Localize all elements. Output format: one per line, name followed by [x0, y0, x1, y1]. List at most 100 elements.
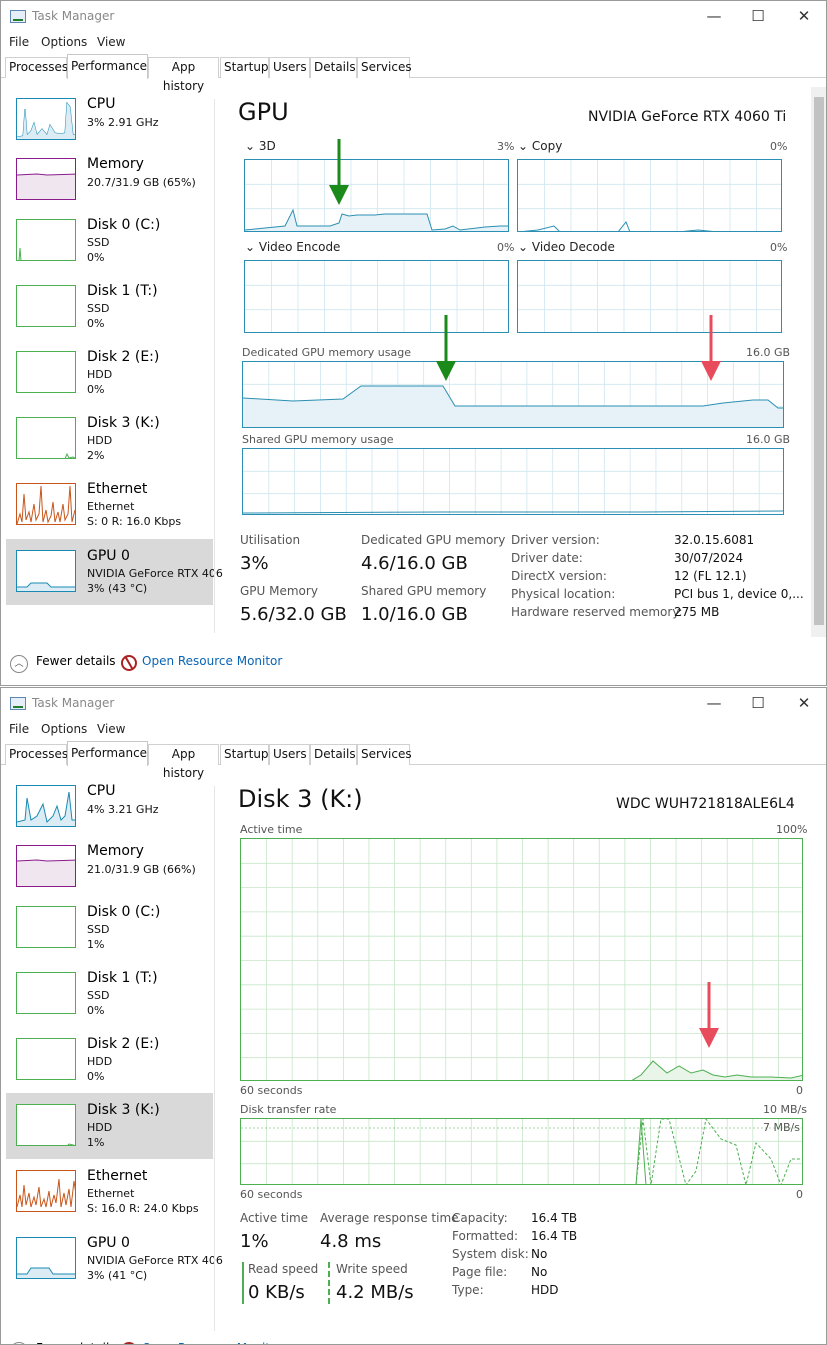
sidebar-item-label: Memory [87, 843, 144, 859]
sidebar-item-value: S: 16.0 R: 24.0 Kbps [87, 1202, 199, 1215]
menu-file[interactable]: File [9, 722, 29, 736]
sidebar-item-label: Disk 1 (T:) [87, 283, 158, 299]
gpu0-thumbnail [16, 1237, 76, 1279]
sidebar-item-value: 0% [87, 251, 105, 264]
page-file-label: Page file: [452, 1265, 508, 1279]
tab-users[interactable]: Users [269, 57, 310, 78]
sidebar-item-value: 1% [87, 938, 105, 951]
open-resource-monitor-link[interactable]: Open Resource Monitor [142, 654, 282, 668]
sidebar-item-gpu0[interactable]: GPU 0 NVIDIA GeForce RTX 406 3% (43 °C) [6, 539, 223, 605]
minimize-button[interactable]: — [691, 692, 737, 716]
sidebar-item-value: 2% [87, 449, 105, 462]
close-button[interactable]: ✕ [781, 5, 826, 29]
sidebar-item-value: 3% 2.91 GHz [87, 116, 159, 129]
sidebar-item-disk1[interactable]: Disk 1 (T:) SSD 0% [6, 274, 213, 338]
sidebar-item-type: Ethernet [87, 500, 135, 513]
sidebar-item-ethernet[interactable]: Ethernet Ethernet S: 16.0 R: 24.0 Kbps [6, 1159, 213, 1223]
chevron-down-icon: ⌄ [245, 240, 259, 254]
engine-decode-label[interactable]: ⌄ Video Decode [518, 240, 615, 254]
fewer-details-button[interactable]: Fewer details [36, 654, 116, 668]
sidebar-item-disk0[interactable]: Disk 0 (C:) SSD 0% [6, 208, 213, 272]
maximize-button[interactable]: ☐ [735, 5, 781, 29]
minimize-button[interactable]: — [691, 5, 737, 29]
sidebar-item-cpu[interactable]: CPU 3% 2.91 GHz [6, 87, 213, 151]
disk2-thumbnail [16, 1038, 76, 1080]
cpu-thumbnail [16, 785, 76, 827]
engine-copy-label[interactable]: ⌄ Copy [518, 139, 562, 153]
sidebar-item-label: Disk 2 (E:) [87, 349, 160, 365]
tab-processes[interactable]: Processes [5, 744, 68, 765]
tab-performance[interactable]: Performance [67, 54, 148, 79]
open-resource-monitor-link[interactable]: Open Resource Monitor [142, 1341, 282, 1344]
title-bar[interactable]: Task Manager — ☐ ✕ [1, 688, 826, 719]
maximize-button[interactable]: ☐ [735, 692, 781, 716]
sidebar-item-memory[interactable]: Memory 21.0/31.9 GB (66%) [6, 834, 213, 898]
menu-view[interactable]: View [97, 722, 125, 736]
directx-version-value: 12 (FL 12.1) [674, 569, 747, 583]
active-time-label: Active time [240, 823, 303, 836]
shared-gpu-memory-value: 1.0/16.0 GB [361, 604, 468, 625]
task-manager-window-disk: Task Manager — ☐ ✕ File Options View Pro… [0, 687, 827, 1345]
engine-encode-graph [244, 260, 509, 333]
tab-startup[interactable]: Startup [220, 744, 269, 765]
avg-response-value: 4.8 ms [320, 1231, 382, 1252]
tab-services[interactable]: Services [357, 744, 412, 765]
physical-location-value: PCI bus 1, device 0,... [674, 587, 804, 601]
engine-3d-label[interactable]: ⌄ 3D [245, 139, 276, 153]
dedicated-gpu-memory-value: 4.6/16.0 GB [361, 553, 468, 574]
transfer-rate-label: Disk transfer rate [240, 1103, 337, 1116]
footer: ︿ Fewer details Open Resource Monitor [1, 646, 826, 676]
formatted-label: Formatted: [452, 1229, 519, 1243]
sidebar-item-value: 0% [87, 383, 105, 396]
menu-options[interactable]: Options [41, 35, 87, 49]
pane-divider[interactable] [214, 786, 215, 1331]
tab-performance[interactable]: Performance [67, 741, 148, 766]
engine-copy-chart [518, 160, 781, 231]
tab-services[interactable]: Services [357, 57, 412, 78]
sidebar-item-disk3[interactable]: Disk 3 (K:) HDD 1% [6, 1093, 213, 1159]
sidebar-item-ethernet[interactable]: Ethernet Ethernet S: 0 R: 16.0 Kbps [6, 472, 213, 536]
chevron-down-icon: ⌄ [245, 139, 259, 153]
graph-gridlines [518, 261, 781, 332]
hardware-reserved-value: 275 MB [674, 605, 720, 619]
sidebar-item-disk2[interactable]: Disk 2 (E:) HDD 0% [6, 340, 213, 404]
tab-details[interactable]: Details [310, 57, 357, 78]
title-bar[interactable]: Task Manager — ☐ ✕ [1, 1, 826, 32]
pane-divider[interactable] [214, 99, 215, 633]
fewer-details-button[interactable]: Fewer details [36, 1341, 116, 1344]
tab-app-history[interactable]: App history [148, 744, 219, 780]
sidebar-item-value: 21.0/31.9 GB (66%) [87, 863, 196, 876]
resource-monitor-icon [121, 655, 137, 671]
scrollbar-thumb[interactable] [814, 97, 824, 625]
tab-processes[interactable]: Processes [5, 57, 68, 78]
close-button[interactable]: ✕ [781, 692, 826, 716]
menu-options[interactable]: Options [41, 722, 87, 736]
page-title: Disk 3 (K:) [238, 785, 363, 813]
sidebar-item-gpu0[interactable]: GPU 0 NVIDIA GeForce RTX 406 3% (41 °C) [6, 1226, 223, 1290]
active-time-max: 100% [776, 823, 808, 836]
tab-details[interactable]: Details [310, 744, 357, 765]
sidebar-item-disk3[interactable]: Disk 3 (K:) HDD 2% [6, 406, 213, 470]
sidebar-item-cpu[interactable]: CPU 4% 3.21 GHz [6, 774, 213, 838]
tab-app-history[interactable]: App history [148, 57, 219, 93]
page-title: GPU [238, 98, 289, 126]
sidebar-item-label: Disk 0 (C:) [87, 217, 161, 233]
chevron-up-icon[interactable]: ︿ [10, 655, 28, 673]
tab-startup[interactable]: Startup [220, 57, 269, 78]
sidebar-item-type: SSD [87, 302, 110, 315]
sidebar-item-value: 3% (43 °C) [87, 582, 148, 595]
vertical-scrollbar[interactable] [811, 87, 826, 637]
sidebar-item-disk1[interactable]: Disk 1 (T:) SSD 0% [6, 961, 213, 1025]
driver-date-label: Driver date: [511, 551, 583, 565]
sidebar-item-memory[interactable]: Memory 20.7/31.9 GB (65%) [6, 147, 213, 211]
menu-file[interactable]: File [9, 35, 29, 49]
write-speed-label: Write speed [336, 1262, 408, 1276]
directx-version-label: DirectX version: [511, 569, 607, 583]
sidebar-item-label: Disk 3 (K:) [87, 1102, 160, 1118]
sidebar-item-disk0[interactable]: Disk 0 (C:) SSD 1% [6, 895, 213, 959]
sidebar-item-label: GPU 0 [87, 1235, 130, 1251]
engine-encode-label[interactable]: ⌄ Video Encode [245, 240, 340, 254]
sidebar-item-disk2[interactable]: Disk 2 (E:) HDD 0% [6, 1027, 213, 1091]
menu-view[interactable]: View [97, 35, 125, 49]
tab-users[interactable]: Users [269, 744, 310, 765]
